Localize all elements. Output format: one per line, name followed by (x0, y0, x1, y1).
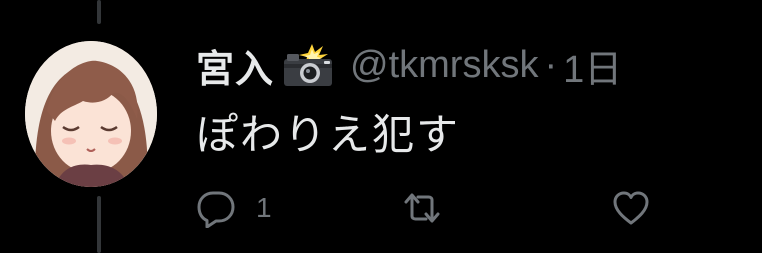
retweet-button[interactable] (402, 185, 442, 231)
tweet-text: ぽわりえ犯す (196, 110, 461, 159)
avatar-image (25, 41, 157, 187)
header-separator: · (544, 43, 558, 86)
like-button[interactable] (611, 185, 651, 231)
retweet-icon (402, 188, 442, 228)
reply-button[interactable]: 1 (196, 185, 272, 231)
display-name[interactable]: 宮入 (196, 38, 274, 93)
user-handle[interactable]: @tkmrsksk (350, 44, 538, 87)
tweet-actions: 1 (196, 185, 676, 231)
reply-icon (196, 188, 236, 228)
tweet-header: 宮入 @tkmrsksk · 1日 (196, 38, 622, 93)
reply-count: 1 (256, 192, 272, 223)
avatar[interactable] (25, 41, 157, 187)
thread-line-top (97, 0, 101, 24)
tweet-timestamp[interactable]: 1日 (563, 38, 622, 93)
thread-line-bottom (97, 196, 101, 253)
camera-with-flash-icon (280, 42, 336, 88)
like-icon (611, 188, 651, 228)
